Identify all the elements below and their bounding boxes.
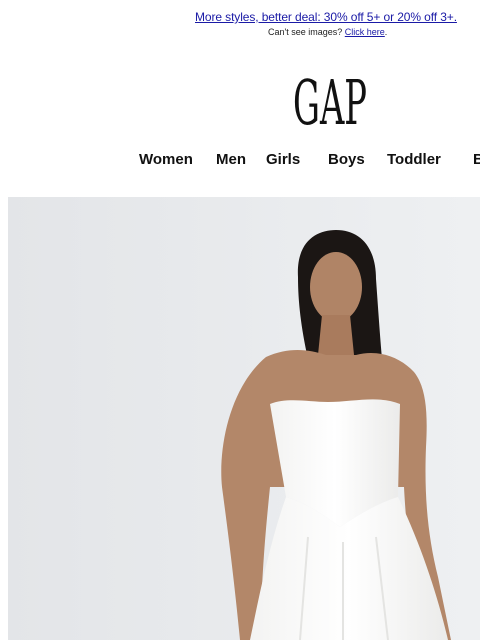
cant-see-text: Can't see images?	[268, 27, 343, 37]
promo-link[interactable]: More styles, better deal: 30% off 5+ or …	[195, 10, 457, 24]
cant-see-images-line: Can't see images? Click here.	[268, 27, 387, 37]
logo-text: GAP	[293, 70, 367, 128]
nav-item-toddler[interactable]: Toddler	[387, 151, 441, 168]
nav-item-baby[interactable]: B	[473, 151, 480, 168]
face	[310, 252, 362, 322]
nav-item-girls[interactable]: Girls	[266, 151, 300, 168]
hero-image[interactable]	[8, 197, 480, 640]
nav-item-women[interactable]: Women	[139, 151, 193, 168]
hero-illustration	[8, 197, 480, 640]
nav-item-boys[interactable]: Boys	[328, 151, 365, 168]
gap-logo-wordmark: GAP	[293, 66, 367, 139]
nav-item-men[interactable]: Men	[216, 151, 246, 168]
gap-logo[interactable]: GAP	[292, 66, 368, 139]
click-here-link[interactable]: Click here	[345, 27, 385, 37]
neck	[318, 315, 354, 355]
period-text: .	[384, 27, 388, 37]
category-nav: Women Men Girls Boys Toddler B	[0, 151, 480, 171]
